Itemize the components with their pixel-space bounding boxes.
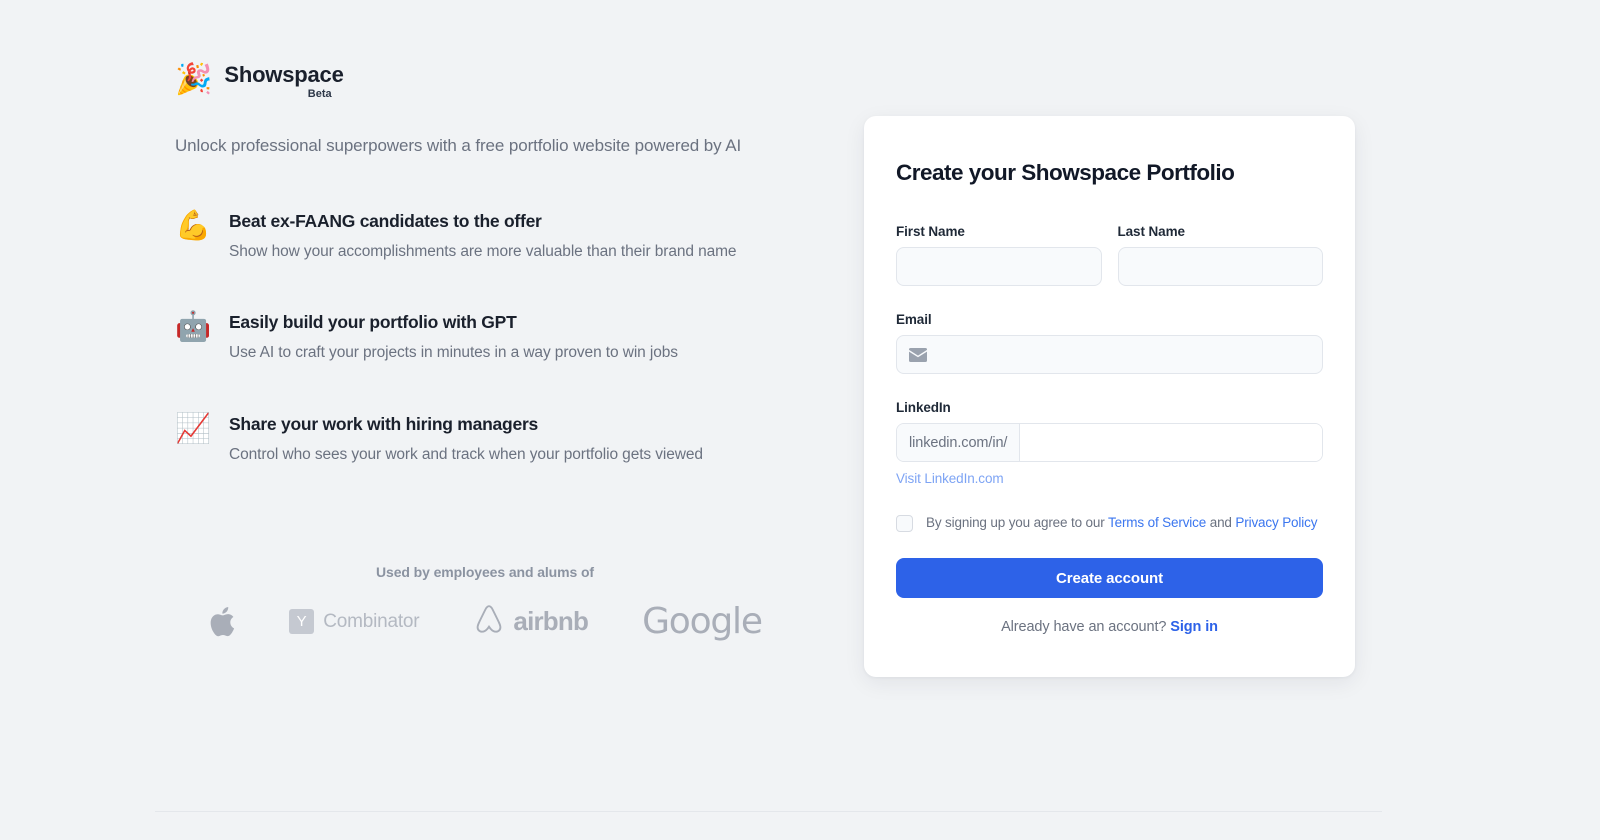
last-name-label: Last Name	[1117, 224, 1185, 239]
tagline: Unlock professional superpowers with a f…	[175, 136, 742, 155]
email-label: Email	[896, 312, 932, 327]
card-title: Create your Showspace Portfolio	[896, 160, 1235, 185]
y-combinator-logo: Y Combinator	[289, 609, 420, 634]
terms-text: By signing up you agree to our Terms of …	[926, 514, 1317, 532]
feature-title: Share your work with hiring managers	[229, 414, 538, 435]
marketing-column: 🎉 Showspace Beta Unlock professional sup…	[175, 62, 795, 466]
terms-checkbox[interactable]	[896, 515, 913, 532]
signup-card: Create your Showspace Portfolio First Na…	[864, 116, 1355, 677]
linkedin-label: LinkedIn	[896, 400, 951, 415]
feature-list: 💪 Beat ex-FAANG candidates to the offer …	[175, 210, 795, 466]
feature-body: Easily build your portfolio with GPT Use…	[229, 311, 678, 364]
create-account-button[interactable]: Create account	[896, 558, 1323, 599]
feature-description: Show how your accomplishments are more v…	[229, 242, 737, 260]
email-field-group: Email	[896, 312, 1323, 374]
first-name-field-group: First Name	[896, 224, 1102, 286]
linkedin-url-prefix: linkedin.com/in/	[897, 424, 1021, 461]
party-popper-icon: 🎉	[175, 63, 213, 96]
feature-item: 💪 Beat ex-FAANG candidates to the offer …	[175, 210, 795, 263]
brand-logo[interactable]: 🎉 Showspace Beta	[175, 62, 795, 106]
brand-name: Showspace	[224, 62, 344, 87]
company-logo-row: Y Combinator airbnb Google	[175, 602, 795, 641]
apple-logo-icon	[208, 605, 235, 638]
google-logo-wordmark: Google	[642, 600, 763, 642]
feature-body: Beat ex-FAANG candidates to the offer Sh…	[229, 210, 737, 263]
signin-prompt: Already have an account?	[1001, 619, 1171, 636]
terms-row: By signing up you agree to our Terms of …	[896, 514, 1323, 532]
last-name-input[interactable]	[1117, 247, 1323, 286]
last-name-field-group: Last Name	[1117, 224, 1323, 286]
terms-text-before: By signing up you agree to our	[926, 515, 1108, 530]
sign-in-link[interactable]: Sign in	[1170, 619, 1218, 635]
airbnb-wordmark: airbnb	[513, 606, 589, 636]
email-input-wrap	[896, 335, 1323, 374]
brand-text: Showspace Beta	[224, 62, 343, 100]
social-proof-section: Used by employees and alums of Y Combina…	[175, 564, 795, 641]
privacy-policy-link[interactable]: Privacy Policy	[1235, 515, 1317, 530]
y-combinator-mark-icon: Y	[289, 609, 315, 634]
y-combinator-wordmark: Combinator	[323, 610, 420, 632]
airbnb-mark-icon	[473, 602, 505, 641]
airbnb-logo: airbnb	[473, 602, 589, 641]
signin-row: Already have an account? Sign in	[896, 619, 1323, 635]
chart-increasing-icon: 📈	[175, 413, 212, 446]
beta-badge: Beta	[307, 88, 332, 101]
feature-description: Use AI to craft your projects in minutes…	[229, 344, 678, 362]
visit-linkedin-link[interactable]: Visit LinkedIn.com	[896, 471, 1004, 486]
terms-of-service-link[interactable]: Terms of Service	[1108, 515, 1206, 530]
linkedin-field-group: LinkedIn linkedin.com/in/ Visit LinkedIn…	[896, 400, 1323, 488]
feature-description: Control who sees your work and track whe…	[229, 445, 703, 463]
email-input[interactable]	[896, 335, 1323, 374]
social-proof-label: Used by employees and alums of	[376, 564, 594, 580]
feature-title: Beat ex-FAANG candidates to the offer	[229, 210, 542, 231]
feature-body: Share your work with hiring managers Con…	[229, 413, 703, 466]
flexed-biceps-icon: 💪	[175, 209, 212, 242]
feature-item: 🤖 Easily build your portfolio with GPT U…	[175, 311, 795, 364]
linkedin-input-group: linkedin.com/in/	[896, 423, 1323, 462]
first-name-label: First Name	[896, 224, 965, 239]
feature-title: Easily build your portfolio with GPT	[229, 312, 517, 333]
footer-divider	[155, 811, 1382, 812]
terms-text-middle: and	[1206, 515, 1236, 530]
linkedin-handle-input[interactable]	[1020, 424, 1322, 461]
robot-icon: 🤖	[175, 311, 212, 344]
first-name-input[interactable]	[896, 247, 1102, 286]
name-row: First Name Last Name	[896, 224, 1323, 286]
feature-item: 📈 Share your work with hiring managers C…	[175, 413, 795, 466]
signup-page: 🎉 Showspace Beta Unlock professional sup…	[0, 0, 1600, 840]
